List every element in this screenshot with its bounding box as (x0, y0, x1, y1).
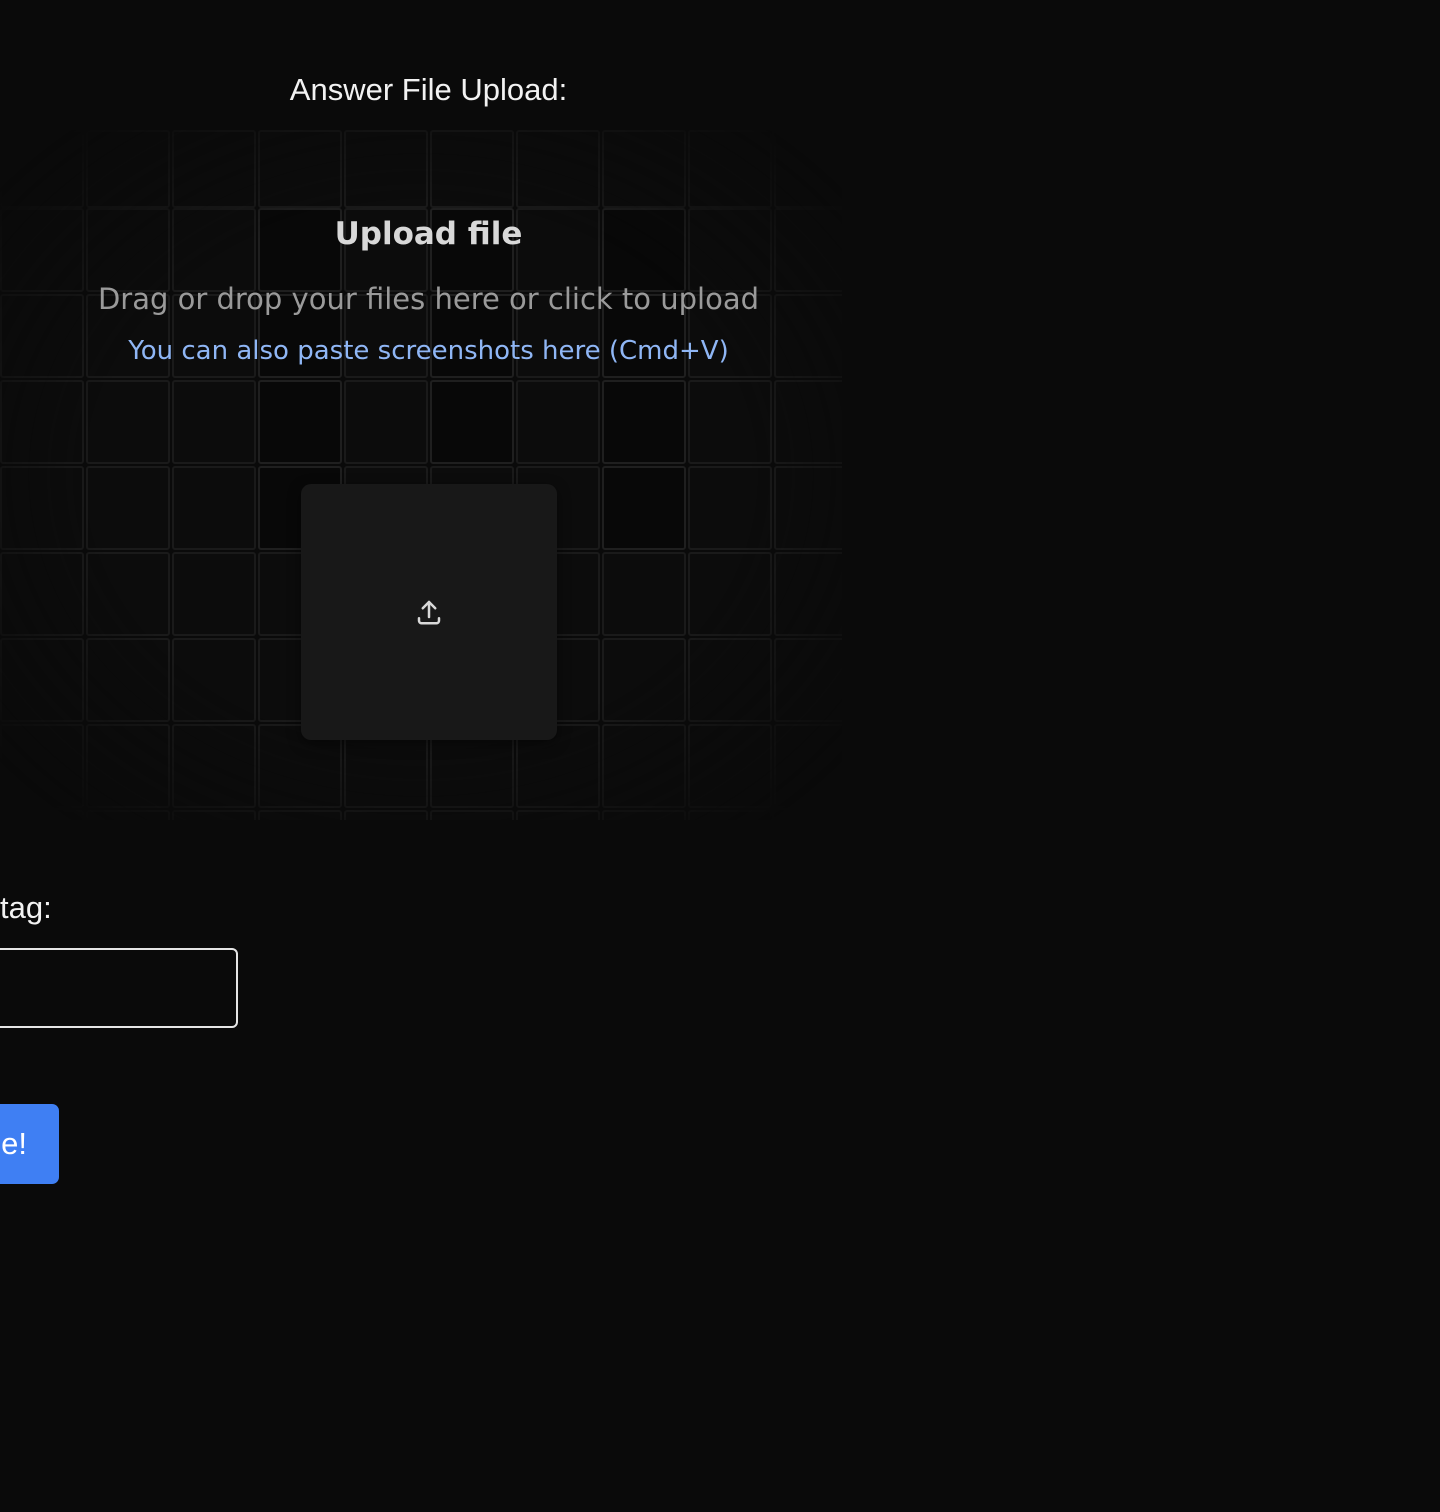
grid-cell (774, 380, 842, 464)
grid-cell (602, 552, 686, 636)
grid-cell (774, 810, 842, 820)
grid-cell (0, 380, 84, 464)
grid-cell (688, 130, 772, 208)
grid-cell (774, 130, 842, 208)
grid-cell (86, 552, 170, 636)
grid-cell (774, 466, 842, 550)
grid-cell (602, 638, 686, 722)
grid-cell (516, 810, 600, 820)
grid-cell (86, 130, 170, 208)
grid-cell (774, 552, 842, 636)
grid-cell (172, 724, 256, 808)
grid-cell (688, 466, 772, 550)
answer-file-upload-label: Answer File Upload: (289, 72, 568, 107)
grid-cell (172, 380, 256, 464)
grid-cell (602, 130, 686, 208)
grid-cell (688, 380, 772, 464)
grid-cell (430, 130, 514, 208)
grid-cell (86, 466, 170, 550)
grid-cell (344, 130, 428, 208)
grid-cell (172, 466, 256, 550)
grid-cell (172, 552, 256, 636)
grid-cell (430, 380, 514, 464)
grid-cell (774, 638, 842, 722)
grid-cell (516, 130, 600, 208)
grid-cell (172, 810, 256, 820)
grid-cell (172, 130, 256, 208)
tag-input[interactable] (0, 948, 238, 1028)
upload-button[interactable] (301, 484, 557, 740)
grid-cell (258, 810, 342, 820)
grid-cell (258, 130, 342, 208)
grid-cell (774, 724, 842, 808)
grid-cell (0, 552, 84, 636)
grid-cell (602, 466, 686, 550)
grid-cell (86, 724, 170, 808)
paste-screenshot-hint: You can also paste screenshots here (Cmd… (128, 336, 729, 366)
grid-cell (172, 638, 256, 722)
page: Answer File Upload: Upload file Drag or … (0, 0, 1440, 1512)
grid-cell (86, 638, 170, 722)
grid-cell (86, 810, 170, 820)
grid-cell (86, 380, 170, 464)
grid-cell (516, 380, 600, 464)
grid-cell (0, 638, 84, 722)
grid-cell (258, 380, 342, 464)
file-dropzone[interactable]: Upload file Drag or drop your files here… (0, 130, 842, 820)
grid-cell (0, 810, 84, 820)
grid-cell (688, 724, 772, 808)
grid-cell (602, 810, 686, 820)
grid-cell (0, 466, 84, 550)
upload-icon (417, 600, 441, 625)
dropzone-description: Drag or drop your files here or click to… (97, 282, 760, 316)
grid-cell (602, 724, 686, 808)
grid-cell (688, 638, 772, 722)
grid-cell (344, 810, 428, 820)
dropzone-title: Upload file (334, 216, 523, 252)
tag-label: tag: (0, 890, 52, 925)
grid-cell (602, 380, 686, 464)
submit-button[interactable]: e! (0, 1104, 59, 1184)
grid-cell (688, 810, 772, 820)
grid-cell (430, 810, 514, 820)
grid-cell (0, 130, 84, 208)
grid-cell (344, 380, 428, 464)
grid-cell (0, 724, 84, 808)
grid-cell (688, 552, 772, 636)
